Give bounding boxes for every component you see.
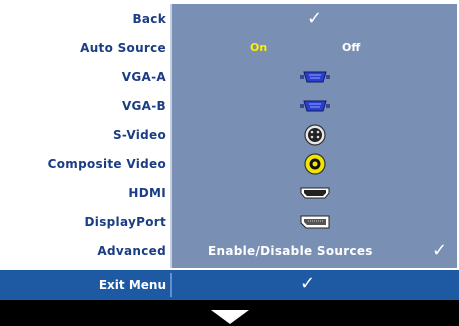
displayport-connector-icon (300, 215, 329, 228)
auto-source-value[interactable]: On Off (172, 33, 457, 62)
vga-connector-icon (299, 71, 330, 82)
s-video-value[interactable] (172, 120, 457, 149)
menu-item-advanced[interactable]: Advanced (0, 236, 170, 265)
exit-menu-bar[interactable]: Exit Menu ✓ (0, 270, 459, 300)
hdmi-connector-icon (300, 187, 329, 198)
checkmark-icon: ✓ (306, 7, 323, 29)
menu-item-auto-source[interactable]: Auto Source (0, 33, 170, 62)
auto-source-on-option[interactable]: On (250, 41, 267, 54)
advanced-value[interactable]: Enable/Disable Sources ✓ (172, 236, 457, 265)
down-arrow-icon[interactable] (211, 310, 249, 324)
exit-divider (170, 273, 172, 297)
values-panel: ✓ On Off Enable/Disable Sources ✓ (172, 4, 457, 268)
back-value[interactable]: ✓ (172, 4, 457, 33)
vga-connector-icon (299, 100, 330, 111)
checkmark-icon: ✓ (300, 273, 316, 294)
menu-item-displayport[interactable]: DisplayPort (0, 207, 170, 236)
menu-item-s-video[interactable]: S-Video (0, 120, 170, 149)
menu-item-vga-b[interactable]: VGA-B (0, 91, 170, 120)
osd-menu: Back Auto Source VGA-A VGA-B S-Video Com… (0, 0, 459, 300)
exit-menu-label: Exit Menu (98, 278, 166, 292)
menu-item-hdmi[interactable]: HDMI (0, 178, 170, 207)
menu-labels: Back Auto Source VGA-A VGA-B S-Video Com… (0, 4, 170, 265)
composite-rca-connector-icon (303, 152, 326, 175)
hdmi-value[interactable] (172, 178, 457, 207)
checkmark-icon: ✓ (432, 239, 448, 261)
composite-video-value[interactable] (172, 149, 457, 178)
enable-disable-sources-label: Enable/Disable Sources (208, 243, 373, 258)
menu-item-composite-video[interactable]: Composite Video (0, 149, 170, 178)
menu-item-back[interactable]: Back (0, 4, 170, 33)
auto-source-off-option[interactable]: Off (342, 41, 360, 54)
s-video-connector-icon (303, 123, 326, 146)
vga-b-value[interactable] (172, 91, 457, 120)
vga-a-value[interactable] (172, 62, 457, 91)
menu-item-vga-a[interactable]: VGA-A (0, 62, 170, 91)
displayport-value[interactable] (172, 207, 457, 236)
